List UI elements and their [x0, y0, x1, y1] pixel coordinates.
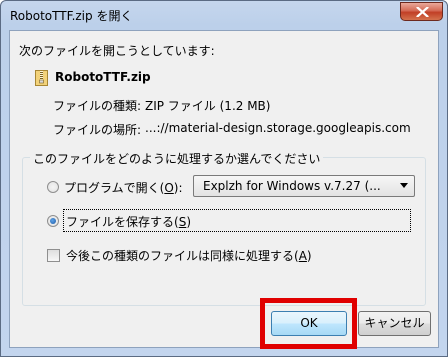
dialog-window: RobotoTTF.zip を開く 次のファイルを開こうとしています: Robo… [0, 0, 448, 357]
window-title: RobotoTTF.zip を開く [10, 9, 133, 23]
zip-file-icon [35, 70, 48, 86]
intro-text: 次のファイルを開こうとしています: [19, 44, 215, 58]
file-location-label: ファイルの場所: [53, 123, 142, 137]
open-with-radio[interactable] [47, 181, 59, 193]
dropdown-arrow-icon [400, 183, 408, 188]
save-file-label[interactable]: ファイルを保存する(S) [66, 213, 191, 230]
file-location-value: ...://material-design.storage.googleapis… [145, 121, 411, 135]
close-icon [416, 7, 429, 17]
file-type-label: ファイルの種類: [53, 99, 142, 113]
cancel-button[interactable]: キャンセル [358, 311, 431, 336]
file-name: RobotoTTF.zip [55, 70, 151, 84]
close-button[interactable] [400, 2, 443, 21]
remember-checkbox[interactable] [47, 249, 60, 262]
remember-label[interactable]: 今後この種類のファイルは同様に処理する(A) [66, 247, 312, 264]
action-group-title: このファイルをどのように処理するか選んでください [30, 150, 324, 167]
program-select[interactable]: Explzh for Windows v.7.27 (... [193, 175, 415, 197]
program-select-value: Explzh for Windows v.7.27 (... [203, 179, 381, 193]
ok-button[interactable]: OK [271, 311, 347, 336]
dialog-body: 次のファイルを開こうとしています: RobotoTTF.zip ファイルの種類:… [9, 30, 439, 349]
save-file-radio[interactable] [47, 215, 59, 227]
title-bar[interactable]: RobotoTTF.zip を開く [1, 1, 447, 29]
file-type-value: ZIP ファイル (1.2 MB) [145, 99, 271, 113]
save-file-radio-dot [50, 218, 56, 224]
open-with-label[interactable]: プログラムで開く(O): [64, 179, 183, 196]
